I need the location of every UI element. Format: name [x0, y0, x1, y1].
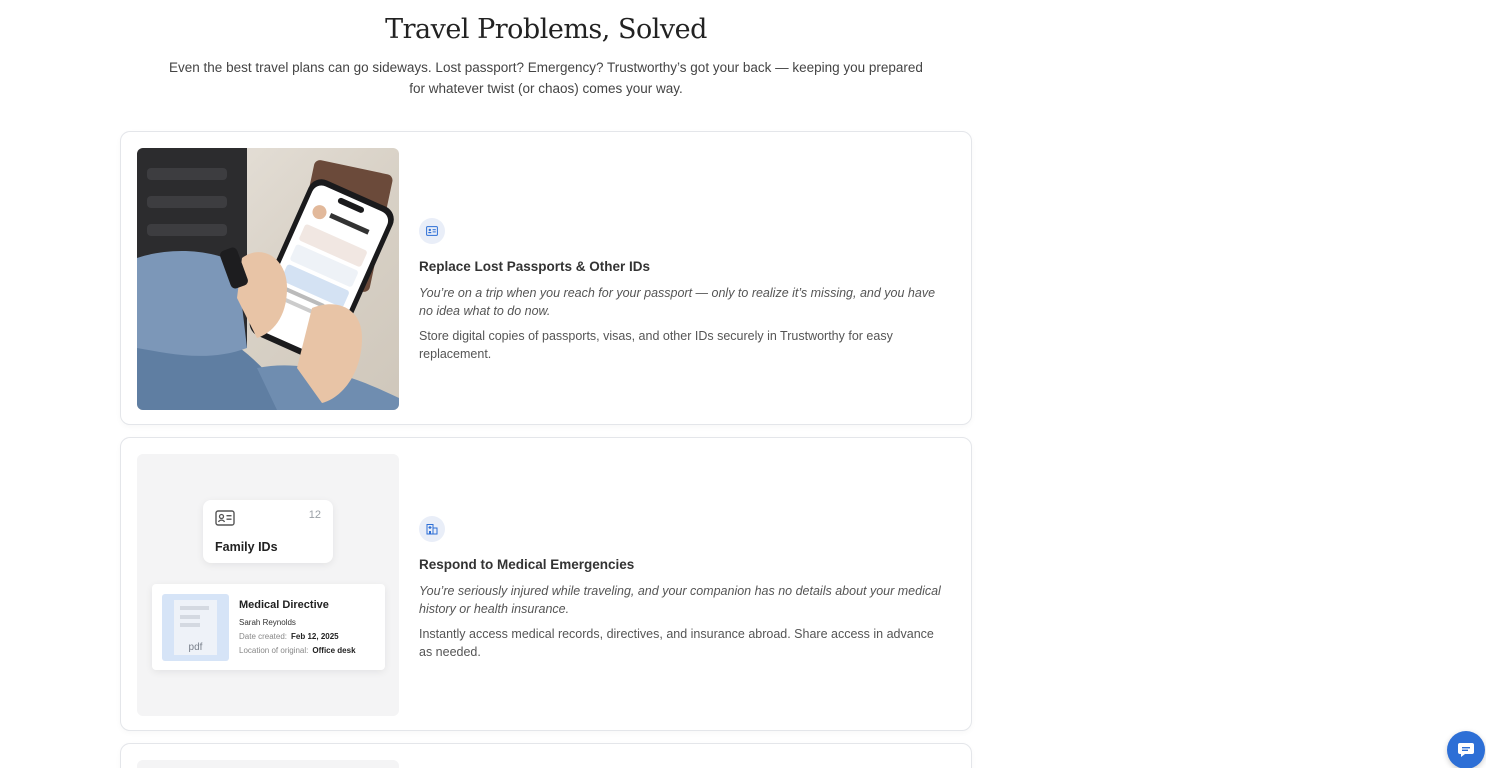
- feature-card-lost-passports: Replace Lost Passports & Other IDs You’r…: [120, 131, 972, 425]
- page-subtitle: Even the best travel plans can go sidewa…: [169, 60, 923, 96]
- feature-scenario: You’re seriously injured while traveling…: [419, 584, 941, 616]
- feature-scenario: You’re on a trip when you reach for your…: [419, 286, 936, 318]
- document-location-row: Location of original: Office desk: [239, 646, 356, 655]
- phone-in-hands-photo: [137, 148, 399, 410]
- feature-solution: Instantly access medical records, direct…: [419, 627, 934, 659]
- feature-card-medical-emergencies: 12 Family IDs pdf Medical Directive Sara…: [120, 437, 972, 731]
- document-date-row: Date created: Feb 12, 2025: [239, 632, 339, 641]
- feature-solution: Store digital copies of passports, visas…: [419, 329, 893, 361]
- medical-directive-document: pdf Medical Directive Sarah Reynolds Dat…: [152, 584, 385, 670]
- pdf-thumbnail: pdf: [162, 594, 229, 661]
- folder-count: 12: [308, 509, 321, 521]
- id-card-icon: [215, 510, 235, 531]
- feature-card-next: [120, 743, 972, 768]
- feature-illustration: [137, 760, 399, 768]
- folder-label: Family IDs: [215, 540, 278, 554]
- feature-title: Replace Lost Passports & Other IDs: [419, 259, 651, 274]
- feature-copy: Replace Lost Passports & Other IDs You’r…: [419, 218, 949, 363]
- page-title: Travel Problems, Solved: [385, 14, 707, 45]
- chat-launcher-button[interactable]: [1447, 731, 1485, 768]
- file-type-label: pdf: [188, 642, 203, 653]
- document-owner: Sarah Reynolds: [239, 618, 296, 627]
- chat-icon: [1458, 743, 1474, 757]
- hero-section: Travel Problems, Solved Even the best tr…: [120, 0, 972, 99]
- documents-illustration: 12 Family IDs pdf Medical Directive Sara…: [137, 454, 399, 716]
- feature-copy: Respond to Medical Emergencies You’re se…: [419, 516, 949, 661]
- feature-title: Respond to Medical Emergencies: [419, 557, 635, 572]
- hospital-icon: [419, 516, 445, 542]
- family-ids-folder: 12 Family IDs: [203, 500, 333, 563]
- document-title: Medical Directive: [239, 599, 329, 611]
- id-card-icon: [419, 218, 445, 244]
